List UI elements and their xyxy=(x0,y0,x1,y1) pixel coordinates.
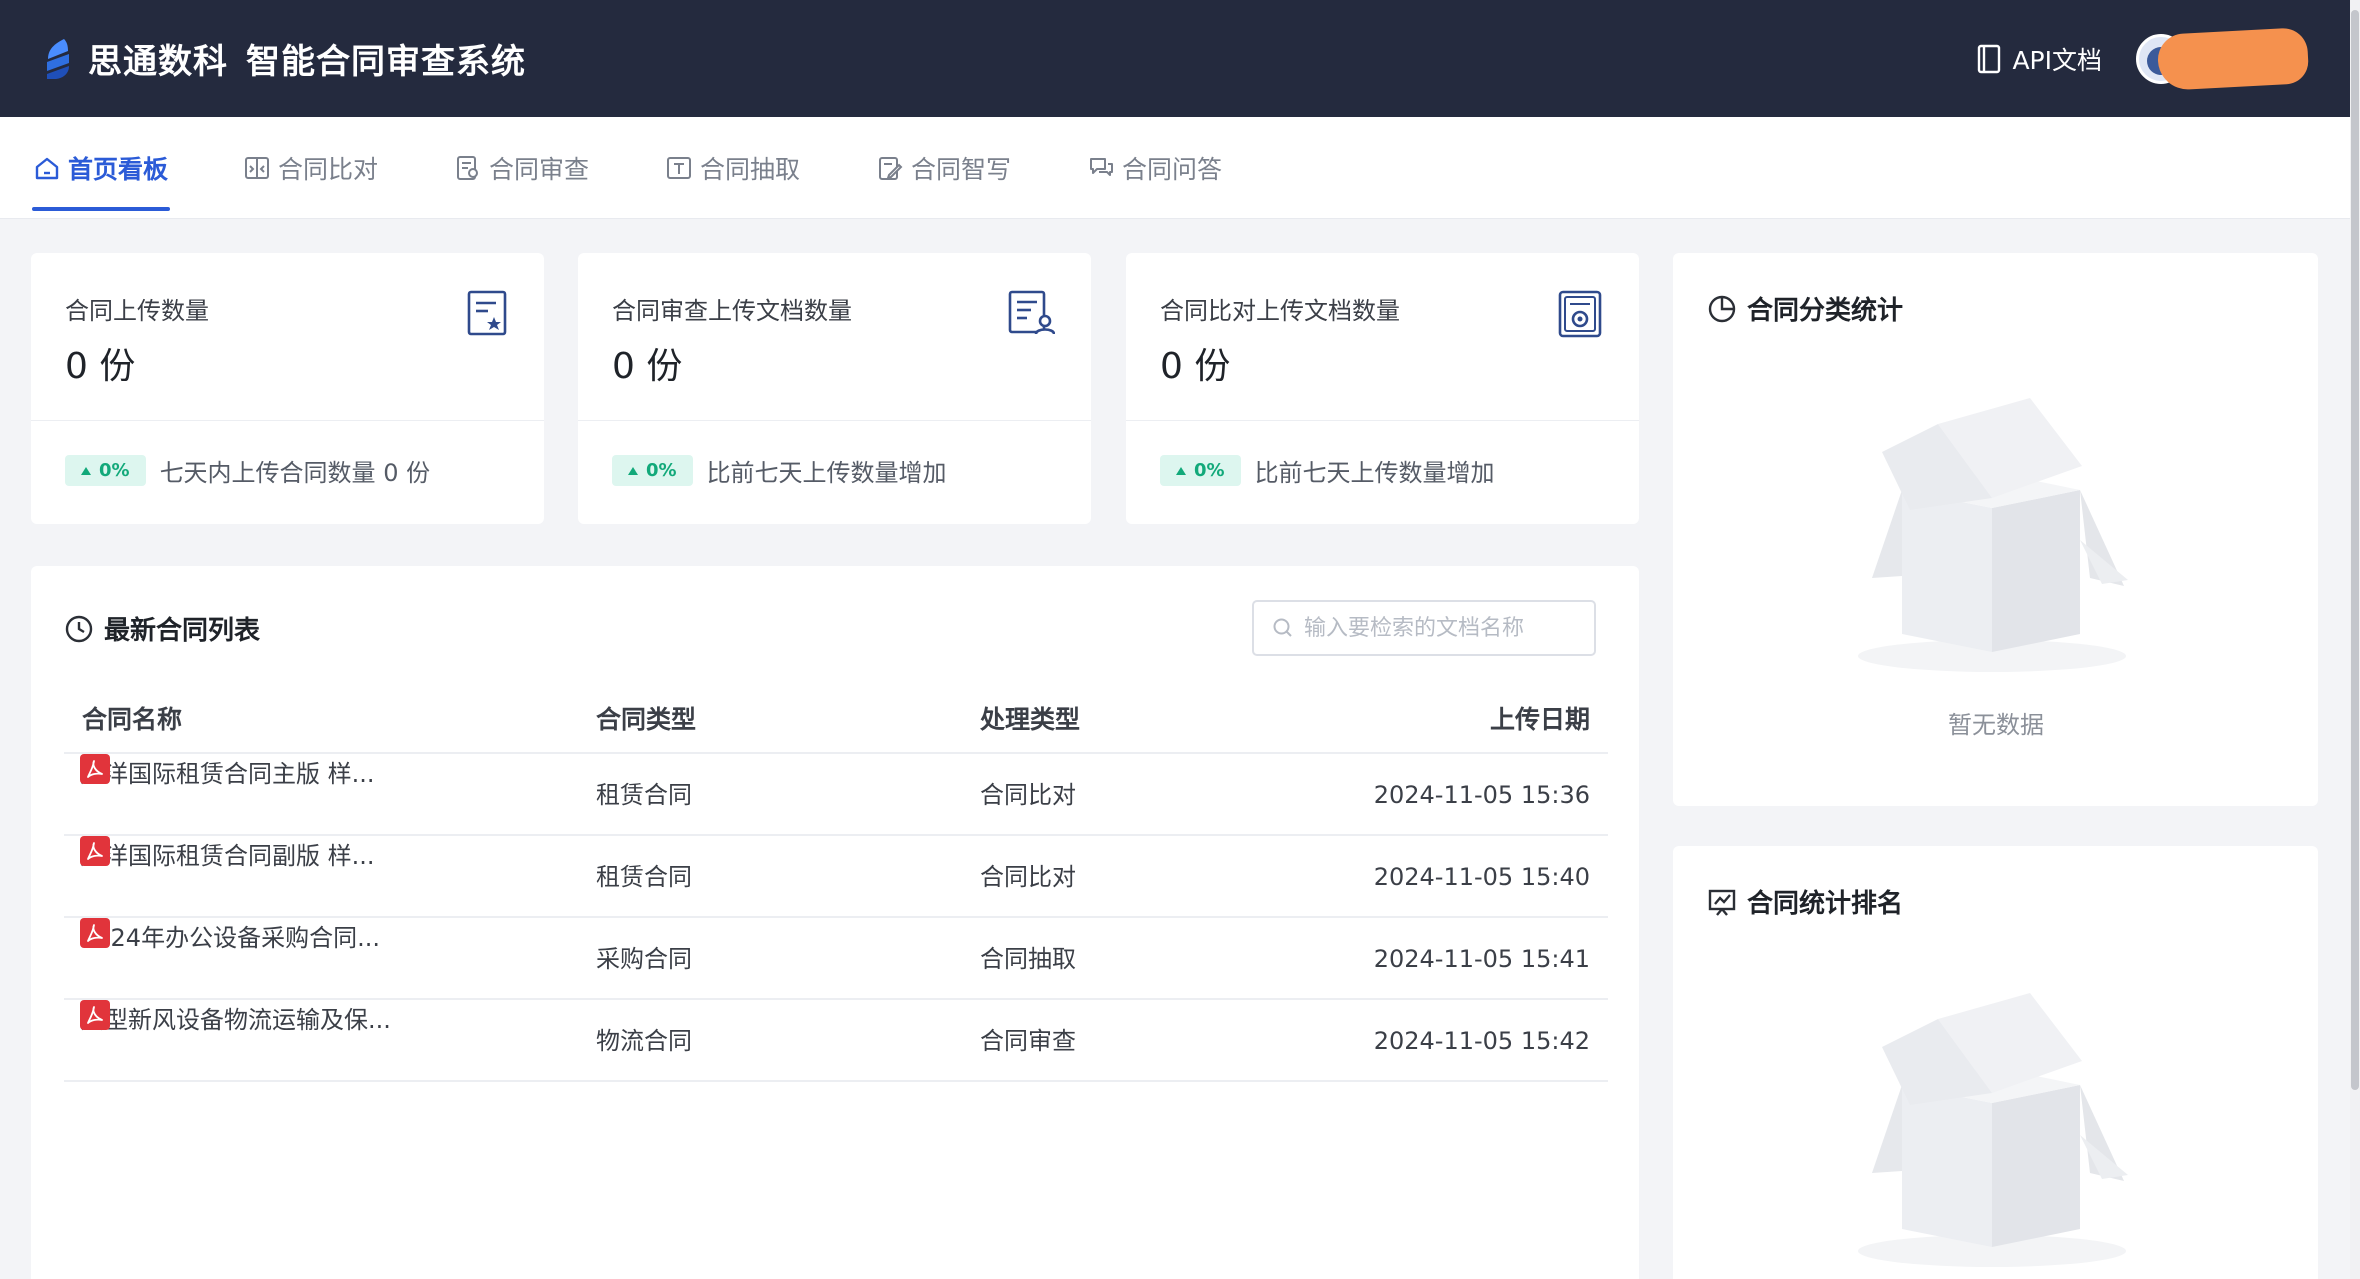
col-header-date[interactable]: 上传日期 xyxy=(1490,686,1590,754)
home-icon xyxy=(35,157,59,180)
tab-label: 首页看板 xyxy=(68,155,169,184)
col-header-name[interactable]: 合同名称 xyxy=(82,686,182,754)
pdf-icon xyxy=(80,1000,110,1030)
api-docs-label: API文档 xyxy=(2012,45,2102,75)
redacted-username[interactable] xyxy=(2156,26,2310,91)
upload-date: 2024-11-05 15:42 xyxy=(1373,1027,1590,1055)
trend-badge: 0% xyxy=(1160,455,1241,486)
upload-date: 2024-11-05 15:40 xyxy=(1373,863,1590,891)
tab-extract[interactable]: 合同抽取 xyxy=(666,117,800,219)
stat-card-compare-upload: 合同比对上传文档数量 0 份 0% 比前七天上传数量增加 xyxy=(1126,253,1639,524)
process-type: 合同比对 xyxy=(980,781,1076,809)
contract-name[interactable]: 远洋国际租赁合同副版 样... xyxy=(80,836,375,871)
document-user-icon xyxy=(1008,290,1055,335)
tab-label: 合同抽取 xyxy=(700,155,801,184)
contract-type: 租赁合同 xyxy=(596,863,692,891)
stat-card-contract-upload: 合同上传数量 0 份 0% 七天内上传合同数量 0 份 xyxy=(31,253,544,524)
tab-compare[interactable]: 合同比对 xyxy=(244,117,378,219)
trend-note: 比前七天上传数量增加 xyxy=(706,459,947,487)
document-seal-icon xyxy=(1558,290,1602,338)
empty-data-text: 暂无数据 xyxy=(1948,711,2044,739)
contract-name[interactable]: 2024年办公设备采购合同... xyxy=(80,918,380,953)
tab-review[interactable]: 合同审查 xyxy=(455,117,589,219)
edit-doc-icon xyxy=(879,157,903,180)
tab-smart-write[interactable]: 合同智写 xyxy=(877,117,1011,219)
pie-chart-icon xyxy=(1708,295,1736,322)
tab-dashboard[interactable]: 首页看板 xyxy=(31,117,171,219)
stat-value: 0 份 xyxy=(65,346,136,387)
process-type: 合同审查 xyxy=(980,1027,1076,1055)
tab-label: 合同审查 xyxy=(489,155,590,184)
table-row[interactable]: 远洋国际租赁合同副版 样... 租赁合同 合同比对 2024-11-05 15:… xyxy=(64,836,1608,918)
stat-card-review-upload: 合同审查上传文档数量 0 份 0% 比前七天上传数量增加 xyxy=(578,253,1091,524)
trend-badge: 0% xyxy=(65,455,146,486)
brand-name: 思通数科 xyxy=(88,42,228,82)
contract-type: 租赁合同 xyxy=(596,781,692,809)
contract-name[interactable]: 远洋国际租赁合同主版 样... xyxy=(80,754,375,789)
empty-box-illustration xyxy=(1858,993,2128,1267)
search-box[interactable] xyxy=(1252,600,1596,656)
brand-logo-icon xyxy=(47,38,69,79)
chat-icon xyxy=(1090,158,1113,176)
upload-date: 2024-11-05 15:36 xyxy=(1373,781,1590,809)
main-nav: 首页看板 合同比对 合同审查 合同抽取 合同智写 合同问答 xyxy=(0,117,2350,219)
table-row[interactable]: 大型新风设备物流运输及保... 物流合同 合同审查 2024-11-05 15:… xyxy=(64,1000,1608,1082)
stat-label: 合同比对上传文档数量 xyxy=(1160,297,1400,325)
compare-icon xyxy=(245,157,269,179)
pdf-icon xyxy=(80,754,110,784)
tab-label: 合同比对 xyxy=(278,155,379,184)
latest-list-title: 最新合同列表 xyxy=(64,610,260,647)
col-header-process[interactable]: 处理类型 xyxy=(980,686,1080,754)
stat-label: 合同审查上传文档数量 xyxy=(612,297,852,325)
table-row[interactable]: 远洋国际租赁合同主版 样... 租赁合同 合同比对 2024-11-05 15:… xyxy=(64,754,1608,836)
brand[interactable]: 思通数科 智能合同审查系统 xyxy=(42,34,526,83)
ranking-panel-title: 合同统计排名 xyxy=(1707,883,1903,920)
contract-type: 采购合同 xyxy=(596,945,692,973)
scrollbar-thumb[interactable] xyxy=(2351,10,2359,1090)
category-panel-title: 合同分类统计 xyxy=(1707,290,1903,327)
text-extract-icon xyxy=(667,157,691,179)
upload-date: 2024-11-05 15:41 xyxy=(1373,945,1590,973)
stat-label: 合同上传数量 xyxy=(65,297,209,325)
stat-value: 0 份 xyxy=(612,346,683,387)
book-icon xyxy=(1978,44,2001,73)
contract-type: 物流合同 xyxy=(596,1027,692,1055)
pdf-icon xyxy=(80,918,110,948)
tab-label: 合同问答 xyxy=(1122,155,1223,184)
col-header-type[interactable]: 合同类型 xyxy=(596,686,696,754)
search-icon xyxy=(1273,618,1292,637)
stat-value: 0 份 xyxy=(1160,346,1231,387)
table-header: 合同名称 合同类型 处理类型 上传日期 xyxy=(64,686,1608,754)
table-row[interactable]: 2024年办公设备采购合同... 采购合同 合同抽取 2024-11-05 15… xyxy=(64,918,1608,1000)
trend-note: 比前七天上传数量增加 xyxy=(1254,459,1495,487)
trend-note: 七天内上传合同数量 0 份 xyxy=(159,459,431,487)
contract-name[interactable]: 大型新风设备物流运输及保... xyxy=(80,1000,391,1035)
clock-icon xyxy=(65,615,93,642)
system-title: 智能合同审查系统 xyxy=(246,42,526,82)
top-header: 思通数科 智能合同审查系统 API文档 xyxy=(0,0,2350,117)
document-star-icon xyxy=(467,290,507,336)
trend-chart-icon xyxy=(1708,889,1736,916)
tab-label: 合同智写 xyxy=(911,155,1012,184)
trend-badge: 0% xyxy=(612,455,693,486)
tab-qa[interactable]: 合同问答 xyxy=(1088,117,1222,219)
empty-box-illustration xyxy=(1858,398,2128,672)
review-icon xyxy=(457,156,478,180)
pdf-icon xyxy=(80,836,110,866)
process-type: 合同抽取 xyxy=(980,945,1076,973)
api-docs-link[interactable]: API文档 xyxy=(1976,41,2102,77)
search-input[interactable] xyxy=(1304,615,1584,641)
process-type: 合同比对 xyxy=(980,863,1076,891)
